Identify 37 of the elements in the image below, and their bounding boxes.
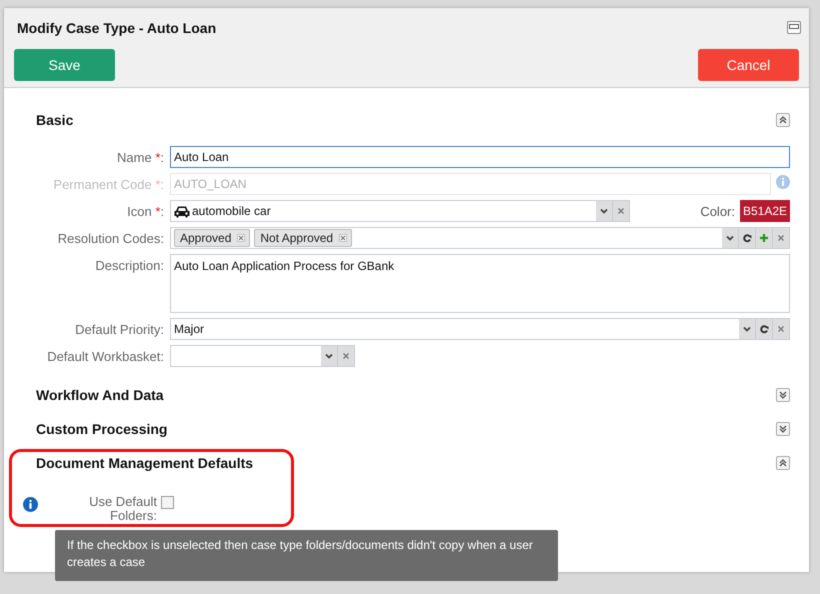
refresh-icon	[742, 233, 752, 243]
add-icon	[759, 233, 769, 243]
clear-icon	[616, 206, 626, 216]
collapse-icon[interactable]	[776, 113, 790, 127]
maximize-icon[interactable]	[787, 21, 801, 34]
refresh-icon	[759, 324, 769, 334]
text-area[interactable]: Auto Loan Application Process for GBank	[170, 254, 790, 313]
section-title: Basic	[36, 112, 74, 128]
text-field[interactable]: Auto Loan	[170, 146, 790, 168]
clear-icon	[776, 233, 786, 243]
clear-button[interactable]	[773, 227, 790, 249]
cancel-button[interactable]: Cancel	[698, 49, 799, 81]
section-title: Workflow And Data	[36, 387, 164, 403]
tooltip: If the checkbox is unselected then case type folders/documents didn't copy when a user creates a case	[55, 530, 558, 581]
field-label: Description:	[94, 257, 165, 273]
clear-button[interactable]	[338, 345, 355, 367]
field-label: Use Default Folders:	[88, 493, 158, 523]
field-label: Name *:	[116, 149, 165, 165]
clear-button[interactable]	[613, 200, 630, 222]
refresh-button[interactable]	[739, 227, 756, 249]
expand-icon[interactable]	[776, 388, 790, 402]
checkbox[interactable]	[161, 496, 174, 509]
window-title: Modify Case Type - Auto Loan	[17, 20, 216, 36]
field-label: Default Priority:	[74, 321, 165, 337]
refresh-button[interactable]	[756, 318, 773, 340]
field-label: Default Workbasket:	[46, 348, 165, 364]
field-label: Color:	[700, 204, 735, 218]
section-title: Custom Processing	[36, 421, 168, 437]
field-label: Resolution Codes:	[56, 230, 165, 246]
clear-icon	[341, 351, 351, 361]
section-title: Document Management Defaults	[36, 455, 254, 471]
collapse-icon[interactable]	[776, 456, 790, 470]
color-swatch[interactable]: B51A2E	[740, 200, 790, 222]
clear-icon	[776, 324, 786, 334]
expand-icon[interactable]	[776, 422, 790, 436]
field-label: Permanent Code *:	[52, 176, 165, 192]
field-label: Icon *:	[126, 203, 165, 219]
